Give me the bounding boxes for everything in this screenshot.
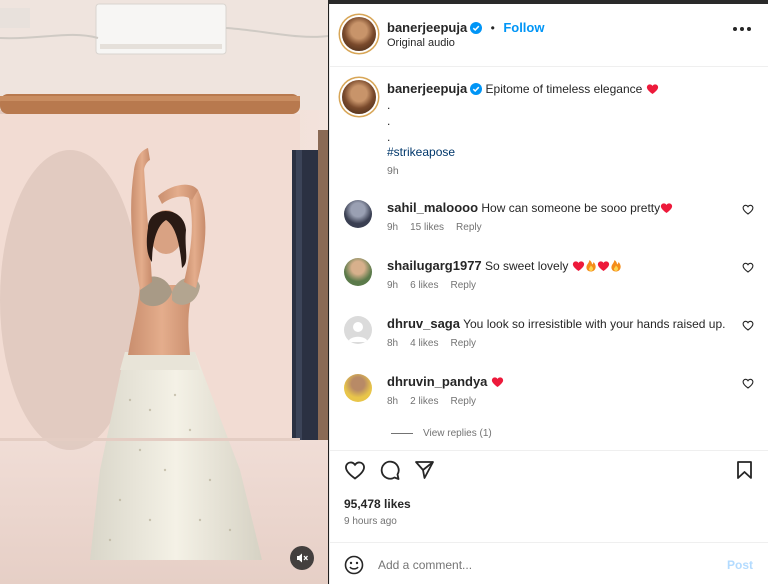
post-media[interactable] <box>0 0 328 584</box>
comment-bubble-icon[interactable] <box>379 460 400 481</box>
follow-button[interactable]: Follow <box>503 20 544 35</box>
comment-body: shailugarg1977 So sweet lovely <box>387 258 727 273</box>
comment-item: dhruv_saga You look so irresistible with… <box>330 316 768 372</box>
caption-dot-1: . <box>387 98 391 112</box>
red-heart-emoji-icon <box>661 203 673 213</box>
comment-meta: 9h 6 likes Reply <box>387 280 476 291</box>
red-heart-emoji-icon <box>491 377 503 387</box>
comment-time: 9h <box>387 280 399 291</box>
caption-time: 9h <box>387 165 399 177</box>
comment-username[interactable]: dhruvin_pandya <box>387 374 487 389</box>
commenter-avatar[interactable] <box>344 200 372 228</box>
like-comment-heart-icon[interactable] <box>742 204 754 215</box>
muted-speaker-icon <box>297 553 308 563</box>
commenter-avatar[interactable] <box>344 258 372 286</box>
comment-likes[interactable]: 2 likes <box>410 396 438 407</box>
save-bookmark-icon[interactable] <box>736 460 753 480</box>
comment-body: sahil_maloooo How can someone be sooo pr… <box>387 200 727 215</box>
caption-first-line: banerjeepuja Epitome of timeless eleganc… <box>387 81 747 97</box>
reply-button[interactable]: Reply <box>456 222 482 233</box>
comment-meta: 9h 15 likes Reply <box>387 222 482 233</box>
reply-button[interactable]: Reply <box>450 396 476 407</box>
comment-username[interactable]: shailugarg1977 <box>387 258 482 273</box>
comment-likes[interactable]: 4 likes <box>410 338 438 349</box>
commenter-avatar[interactable] <box>344 316 372 344</box>
action-bar <box>330 456 768 490</box>
comment-meta: 8h 2 likes Reply <box>387 396 476 407</box>
post-comment-button[interactable]: Post <box>727 558 753 572</box>
reply-button[interactable]: Reply <box>450 338 476 349</box>
comment-body: dhruv_saga You look so irresistible with… <box>387 316 727 331</box>
comment-likes[interactable]: 6 likes <box>410 280 438 291</box>
comment-item: dhruvin_pandya 8h 2 likes Reply <box>330 374 768 430</box>
author-avatar[interactable] <box>342 17 376 51</box>
comment-input-bar: Post <box>330 542 768 584</box>
view-replies-label[interactable]: View replies (1) <box>423 428 492 439</box>
verified-badge-icon <box>470 83 483 95</box>
replies-line <box>391 433 413 434</box>
comment-username[interactable]: sahil_maloooo <box>387 200 478 215</box>
default-avatar-icon <box>348 322 368 342</box>
comment-likes[interactable]: 15 likes <box>410 222 444 233</box>
instagram-post-window: banerjeepuja • Follow Original audio ban… <box>0 0 768 584</box>
comment-body: dhruvin_pandya <box>387 374 727 389</box>
share-send-icon[interactable] <box>414 460 435 480</box>
hashtag-link[interactable]: #strikeapose <box>387 145 747 159</box>
likes-count[interactable]: 95,478 likes <box>344 497 411 511</box>
comment-item: sahil_maloooo How can someone be sooo pr… <box>330 200 768 256</box>
fire-emoji-icon <box>586 260 596 272</box>
media-image <box>0 0 328 584</box>
author-username[interactable]: banerjeepuja <box>387 20 467 35</box>
comment-item: shailugarg1977 So sweet lovely 9h 6 like… <box>330 258 768 314</box>
caption-body: banerjeepuja Epitome of timeless eleganc… <box>387 81 747 177</box>
separator-dot: • <box>490 21 495 35</box>
post-header: banerjeepuja • Follow Original audio <box>330 4 768 67</box>
comment-time: 9h <box>387 222 399 233</box>
fire-emoji-icon <box>611 260 621 272</box>
author-line: banerjeepuja • Follow <box>387 19 544 37</box>
caption-dot-2: . <box>387 114 391 128</box>
red-heart-emoji-icon <box>646 84 658 94</box>
post-time: 9 hours ago <box>344 516 397 527</box>
comment-text: You look so irresistible with your hands… <box>463 317 726 331</box>
comment-time: 8h <box>387 338 399 349</box>
red-heart-emoji-icon <box>597 261 609 271</box>
view-replies-button[interactable]: View replies (1) <box>391 428 492 439</box>
like-heart-icon[interactable] <box>344 460 366 480</box>
like-comment-heart-icon[interactable] <box>742 262 754 273</box>
comment-text: So sweet lovely <box>485 259 569 273</box>
emoji-picker-icon[interactable] <box>344 555 364 575</box>
caption-username[interactable]: banerjeepuja <box>387 81 467 96</box>
like-comment-heart-icon[interactable] <box>742 378 754 389</box>
caption-text: Epitome of timeless elegance <box>485 82 643 96</box>
verified-badge-icon <box>470 22 483 34</box>
caption-avatar[interactable] <box>342 80 376 114</box>
comment-text: How can someone be sooo pretty <box>481 201 661 215</box>
reply-button[interactable]: Reply <box>450 280 476 291</box>
audio-label[interactable]: Original audio <box>387 37 455 49</box>
mute-button[interactable] <box>290 546 314 570</box>
comment-meta: 8h 4 likes Reply <box>387 338 476 349</box>
caption-dot-3: . <box>387 130 391 144</box>
like-comment-heart-icon[interactable] <box>742 320 754 331</box>
commenter-avatar[interactable] <box>344 374 372 402</box>
more-options-icon[interactable] <box>733 27 751 31</box>
red-heart-emoji-icon <box>572 261 584 271</box>
post-details-panel: banerjeepuja • Follow Original audio ban… <box>329 4 768 584</box>
comment-time: 8h <box>387 396 399 407</box>
divider <box>330 450 768 451</box>
comment-input[interactable] <box>378 558 678 572</box>
comment-username[interactable]: dhruv_saga <box>387 316 460 331</box>
